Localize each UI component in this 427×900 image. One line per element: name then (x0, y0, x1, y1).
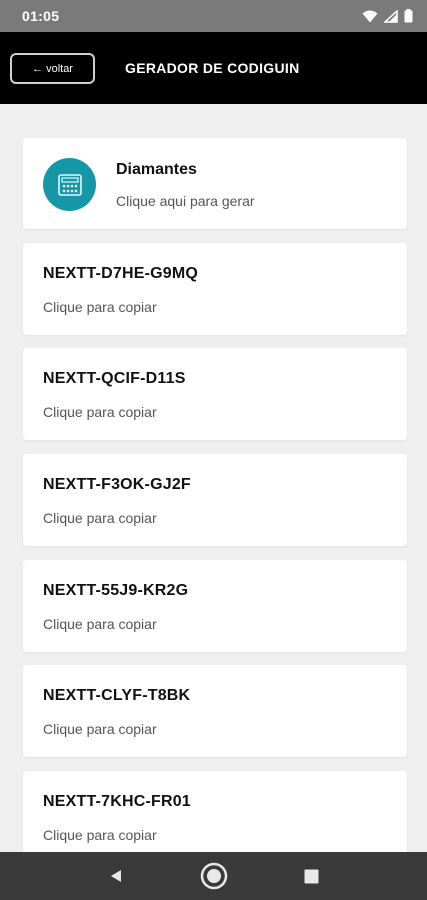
page-title: GERADOR DE CODIGUIN (125, 60, 300, 76)
code-card[interactable]: NEXTT-CLYF-T8BK Clique para copiar (23, 665, 407, 757)
copy-hint: Clique para copiar (43, 616, 157, 632)
generate-card-title: Diamantes (116, 161, 197, 178)
cell-signal-icon (384, 9, 398, 23)
back-button[interactable]: ← voltar (10, 53, 95, 84)
wifi-icon (362, 10, 378, 23)
generate-card-subtitle: Clique aqui para gerar (116, 193, 255, 209)
home-icon[interactable] (199, 861, 229, 891)
code-list: Diamantes Clique aqui para gerar NEXTT-D… (0, 104, 427, 852)
code-text: NEXTT-QCIF-D11S (43, 370, 186, 387)
code-text: NEXTT-F3OK-GJ2F (43, 476, 191, 493)
code-text: NEXTT-55J9-KR2G (43, 582, 189, 599)
code-card[interactable]: NEXTT-QCIF-D11S Clique para copiar (23, 348, 407, 440)
recents-icon[interactable] (304, 869, 319, 884)
code-text: NEXTT-D7HE-G9MQ (43, 265, 199, 282)
code-text: NEXTT-CLYF-T8BK (43, 687, 191, 704)
code-card[interactable]: NEXTT-F3OK-GJ2F Clique para copiar (23, 454, 407, 546)
back-icon[interactable] (108, 868, 124, 884)
copy-hint: Clique para copiar (43, 510, 157, 526)
copy-hint: Clique para copiar (43, 299, 157, 315)
calculator-icon (43, 158, 96, 211)
code-text: NEXTT-7KHC-FR01 (43, 793, 191, 810)
status-time: 01:05 (22, 8, 60, 24)
status-bar: 01:05 (0, 0, 427, 32)
code-card[interactable]: NEXTT-55J9-KR2G Clique para copiar (23, 560, 407, 652)
back-button-label: ← voltar (32, 62, 73, 75)
status-icons (362, 9, 413, 23)
app-bar: ← voltar GERADOR DE CODIGUIN (0, 32, 427, 104)
code-card[interactable]: NEXTT-D7HE-G9MQ Clique para copiar (23, 243, 407, 335)
copy-hint: Clique para copiar (43, 721, 157, 737)
code-card[interactable]: NEXTT-7KHC-FR01 Clique para copiar (23, 771, 407, 852)
copy-hint: Clique para copiar (43, 827, 157, 843)
navigation-bar (0, 852, 427, 900)
generate-card[interactable]: Diamantes Clique aqui para gerar (23, 138, 407, 229)
battery-icon (404, 9, 413, 23)
copy-hint: Clique para copiar (43, 404, 157, 420)
